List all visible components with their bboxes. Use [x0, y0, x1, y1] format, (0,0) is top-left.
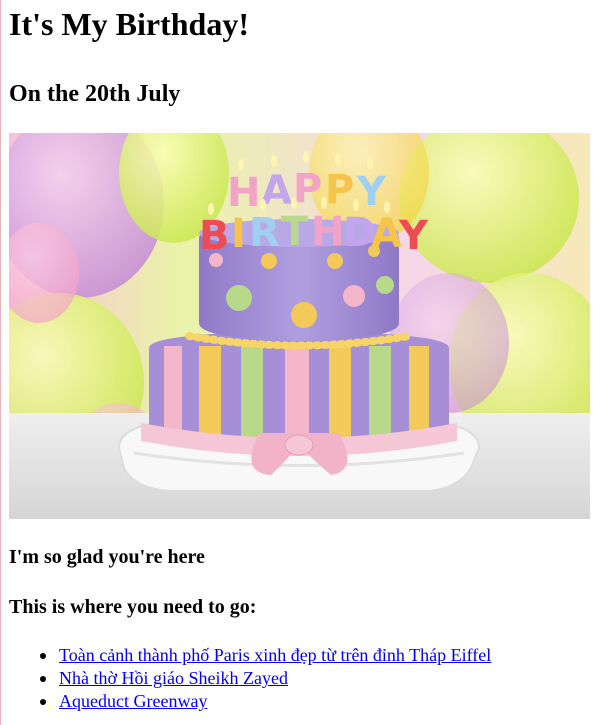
svg-text:Y: Y — [356, 169, 387, 215]
svg-text:H: H — [311, 209, 344, 255]
page-left-border — [0, 0, 1, 725]
list-item: Aqueduct Greenway — [40, 690, 594, 713]
svg-text:T: T — [281, 209, 309, 255]
link-sheikh-zayed-mosque[interactable]: Nhà thờ Hồi giáo Sheikh Zayed — [59, 668, 288, 688]
svg-text:I: I — [231, 211, 246, 257]
destination-list: Toàn cảnh thành phố Paris xinh đẹp từ tr… — [9, 644, 594, 713]
link-aqueduct-greenway[interactable]: Aqueduct Greenway — [59, 691, 207, 711]
svg-text:P: P — [293, 166, 322, 212]
page-content: It's My Birthday! On the 20th July H A P… — [9, 0, 594, 713]
greeting-heading: I'm so glad you're here — [9, 546, 205, 568]
svg-text:B: B — [199, 213, 230, 259]
birthday-cake-image: H A P P Y B I R T H D A Y — [9, 133, 590, 519]
page-title: It's My Birthday! — [9, 6, 249, 42]
svg-text:A: A — [371, 211, 402, 257]
link-paris-eiffel[interactable]: Toàn cảnh thành phố Paris xinh đẹp từ tr… — [59, 645, 491, 665]
svg-text:Y: Y — [398, 213, 429, 259]
directions-heading: This is where you need to go: — [9, 596, 257, 618]
page-subtitle: On the 20th July — [9, 81, 181, 107]
list-item: Nhà thờ Hồi giáo Sheikh Zayed — [40, 667, 594, 690]
svg-text:R: R — [249, 210, 280, 256]
svg-text:P: P — [325, 167, 354, 213]
list-item: Toàn cảnh thành phố Paris xinh đẹp từ tr… — [40, 644, 594, 667]
